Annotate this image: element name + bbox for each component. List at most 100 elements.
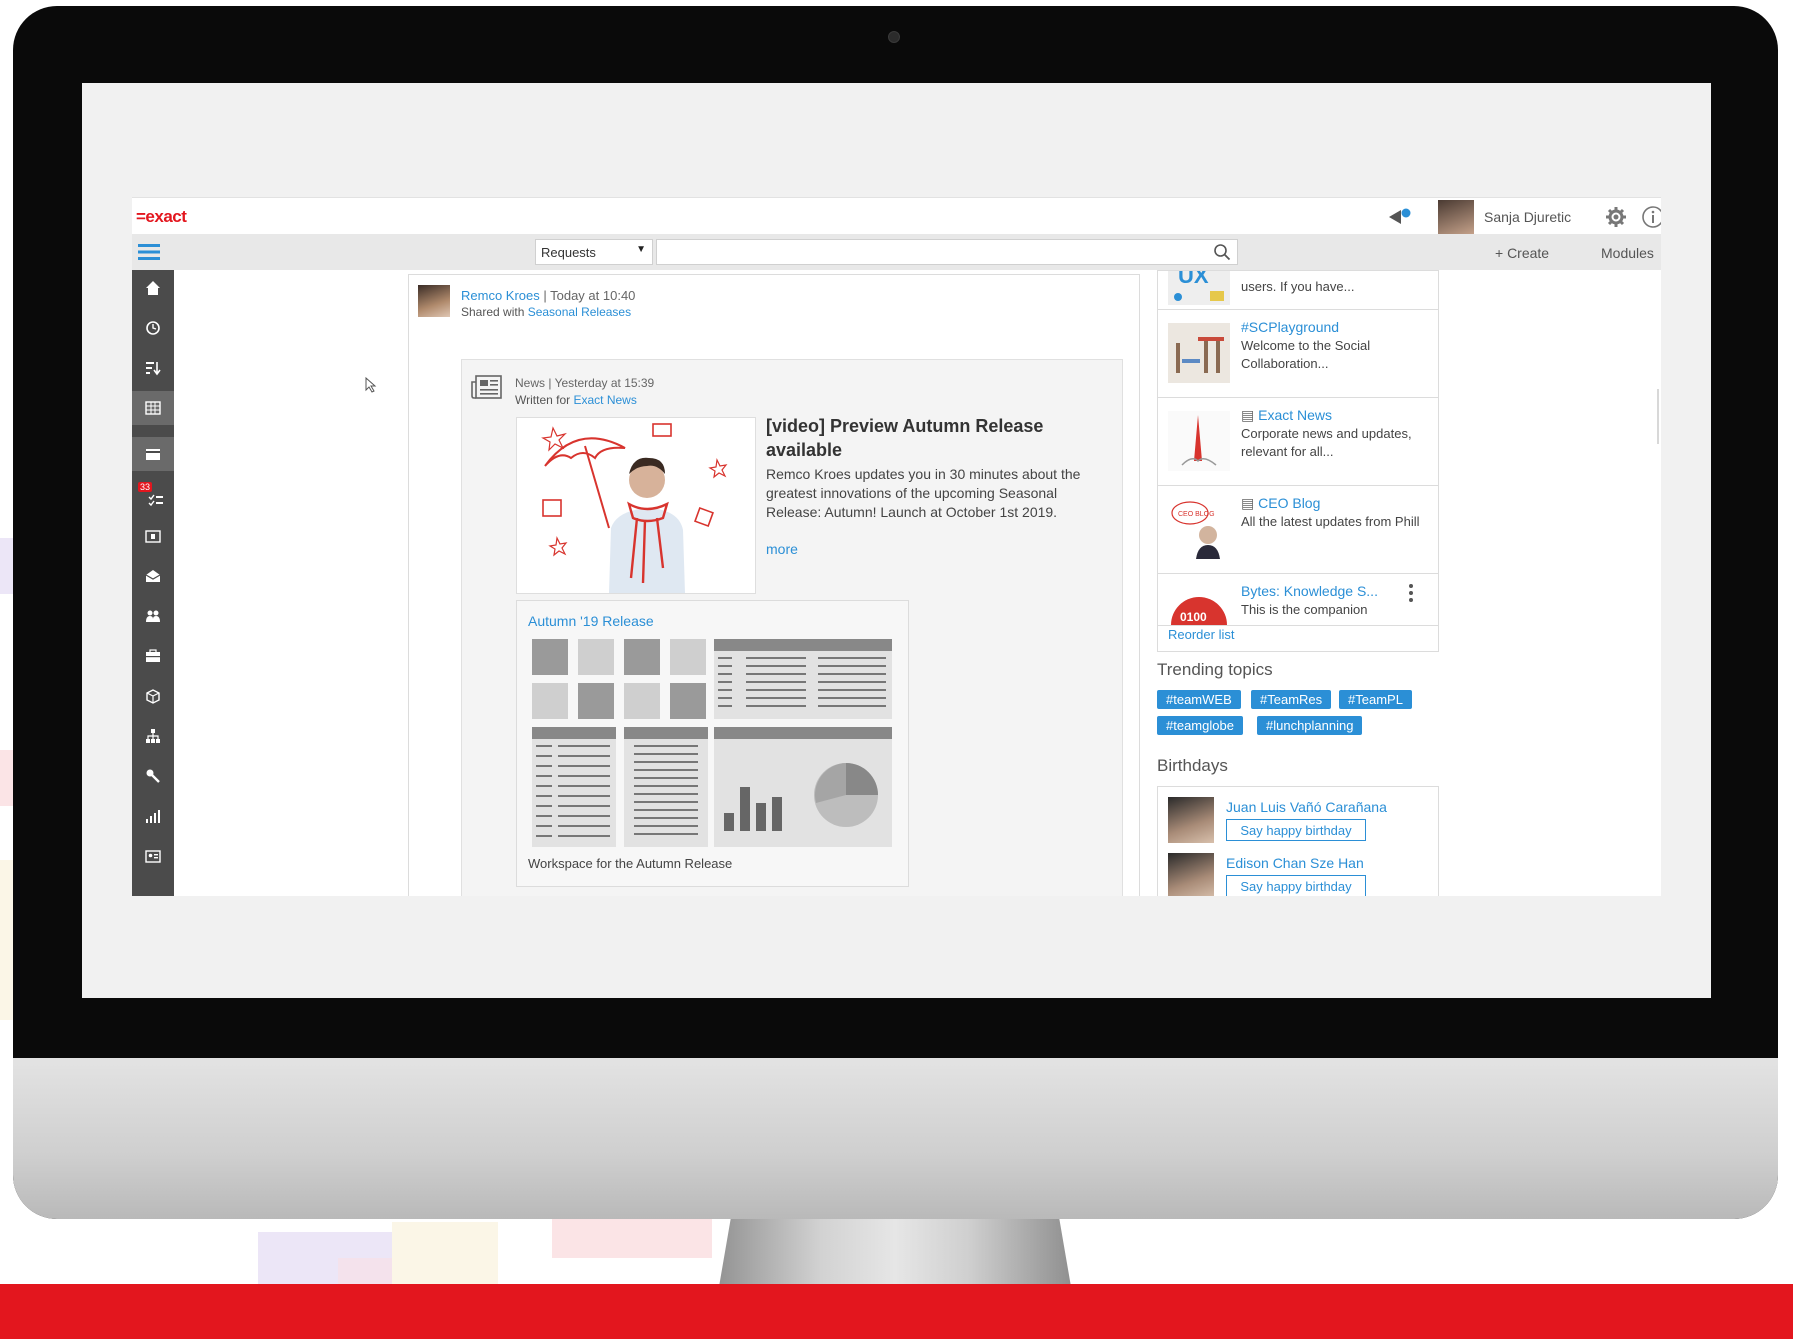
news-written-for-link[interactable]: Exact News bbox=[573, 393, 636, 407]
workspace-card[interactable]: Autumn '19 Release Workspace for the Aut… bbox=[516, 600, 909, 887]
more-options-icon[interactable] bbox=[1408, 583, 1414, 608]
ceo-thumb-label: CEO BLOG bbox=[1178, 511, 1215, 518]
group-desc: All the latest updates from Phill bbox=[1241, 514, 1420, 529]
group-list-item[interactable]: #SCPlayground Welcome to the Social Coll… bbox=[1158, 309, 1438, 398]
group-title-text[interactable]: Exact News bbox=[1258, 407, 1332, 423]
post-shared-group-link[interactable]: Seasonal Releases bbox=[528, 305, 631, 319]
exact-logo[interactable]: =exact bbox=[136, 207, 187, 227]
newspaper-icon bbox=[471, 374, 503, 405]
birthday-person-link[interactable]: Juan Luis Vañó Carañana bbox=[1226, 799, 1387, 815]
group-list: UX users. If you have... #SCPlayground W… bbox=[1157, 270, 1439, 652]
group-desc: Corporate news and updates, relevant for… bbox=[1241, 426, 1412, 459]
post-time: | Today at 10:40 bbox=[539, 288, 636, 303]
svg-text:UX: UX bbox=[1178, 271, 1209, 288]
newspaper-check-icon: ▤ bbox=[1241, 407, 1255, 423]
post-meta: Remco Kroes | Today at 10:40 bbox=[461, 288, 635, 303]
trending-tag[interactable]: #TeamRes bbox=[1251, 690, 1332, 709]
trending-tag[interactable]: #teamglobe bbox=[1157, 716, 1243, 735]
sidebar-table-icon[interactable] bbox=[132, 391, 174, 425]
user-avatar[interactable] bbox=[1438, 200, 1474, 236]
user-name[interactable]: Sanja Djuretic bbox=[1484, 209, 1571, 225]
decor-block-left-purple bbox=[0, 538, 14, 594]
group-title-link[interactable]: Bytes: Knowledge S... bbox=[1241, 583, 1378, 599]
post-shared-prefix: Shared with bbox=[461, 305, 528, 319]
group-list-item[interactable]: UX users. If you have... bbox=[1158, 221, 1438, 310]
birthday-person-link[interactable]: Edison Chan Sze Han bbox=[1226, 855, 1364, 871]
group-title-link[interactable]: ▤ Exact News bbox=[1241, 407, 1332, 424]
info-icon[interactable] bbox=[1641, 205, 1661, 234]
sidebar-briefcase-icon[interactable] bbox=[132, 639, 174, 673]
group-thumb-exact-news bbox=[1168, 411, 1230, 471]
news-body: Remco Kroes updates you in 30 minutes ab… bbox=[766, 466, 1081, 520]
sidebar-box-icon[interactable] bbox=[132, 679, 174, 713]
monitor-chin bbox=[13, 1058, 1778, 1219]
sidebar-mail-icon[interactable] bbox=[132, 559, 174, 593]
scrollbar[interactable] bbox=[1657, 389, 1659, 444]
post-author-link[interactable]: Remco Kroes bbox=[461, 288, 540, 303]
birthday-avatar[interactable] bbox=[1168, 853, 1214, 896]
sidebar-home-icon[interactable] bbox=[132, 271, 174, 305]
say-happy-birthday-button[interactable]: Say happy birthday bbox=[1226, 875, 1366, 896]
workspace-caption: Workspace for the Autumn Release bbox=[528, 856, 733, 871]
sidebar-tasks-icon[interactable]: 33 bbox=[132, 480, 174, 514]
group-thumb-ceo-blog: CEO BLOG bbox=[1168, 499, 1230, 559]
news-written-for: Written for Exact News bbox=[515, 393, 637, 407]
dropdown-arrow-icon: ▼ bbox=[636, 244, 646, 255]
search-input[interactable] bbox=[656, 239, 1238, 265]
sidebar-clock-icon[interactable] bbox=[132, 311, 174, 345]
group-desc: Welcome to the Social Collaboration... bbox=[1241, 338, 1371, 371]
brand-footer-bar bbox=[0, 1284, 1793, 1339]
sidebar-org-chart-icon[interactable] bbox=[132, 719, 174, 753]
monitor-screen: =exact Sanja Djuretic Requests ▼ + Creat… bbox=[82, 83, 1711, 998]
sidebar-tools-icon[interactable] bbox=[132, 759, 174, 793]
feed-post: Remco Kroes | Today at 10:40 Shared with… bbox=[408, 274, 1140, 896]
news-meta: News | Yesterday at 15:39 bbox=[515, 376, 654, 390]
group-list-item[interactable]: CEO BLOG ▤ CEO Blog All the latest updat… bbox=[1158, 485, 1438, 574]
trending-title: Trending topics bbox=[1157, 660, 1273, 679]
post-shared-with: Shared with Seasonal Releases bbox=[461, 305, 631, 319]
sidebar-card-icon[interactable] bbox=[132, 437, 174, 471]
app-window: =exact Sanja Djuretic Requests ▼ + Creat… bbox=[132, 197, 1661, 896]
group-list-item[interactable]: ▤ Exact News Corporate news and updates,… bbox=[1158, 397, 1438, 486]
news-type: News bbox=[515, 376, 546, 390]
sidebar-contact-card-icon[interactable] bbox=[132, 839, 174, 873]
news-card: News | Yesterday at 15:39 Written for Ex… bbox=[461, 359, 1123, 896]
sidebar-people-icon[interactable] bbox=[132, 599, 174, 633]
group-title-link[interactable]: #SCPlayground bbox=[1241, 319, 1339, 335]
sidebar-folder-icon[interactable] bbox=[132, 519, 174, 553]
sidebar-chart-icon[interactable] bbox=[132, 799, 174, 833]
news-image[interactable] bbox=[516, 417, 756, 594]
reorder-list-link[interactable]: Reorder list bbox=[1168, 627, 1234, 642]
camera-dot bbox=[888, 31, 900, 43]
birthdays-list: Juan Luis Vañó Carañana Say happy birthd… bbox=[1157, 786, 1439, 896]
group-thumb-bytes: 0100 bbox=[1168, 587, 1230, 625]
modules-button[interactable]: Modules bbox=[1601, 245, 1654, 261]
trending-tag[interactable]: #teamWEB bbox=[1157, 690, 1241, 709]
decor-block-rose bbox=[552, 1218, 712, 1258]
menu-hamburger-icon[interactable] bbox=[138, 243, 160, 266]
news-more-link[interactable]: more bbox=[766, 541, 798, 557]
group-thumb-ux: UX bbox=[1168, 271, 1230, 305]
decor-block-cream bbox=[392, 1222, 498, 1284]
say-happy-birthday-button[interactable]: Say happy birthday bbox=[1226, 819, 1366, 841]
group-list-item[interactable]: 0100 Bytes: Knowledge S... This is the c… bbox=[1158, 573, 1438, 626]
tasks-badge: 33 bbox=[138, 482, 153, 492]
search-scope-select[interactable]: Requests ▼ bbox=[535, 239, 653, 265]
trending-tag[interactable]: #lunchplanning bbox=[1257, 716, 1363, 735]
trending-tag[interactable]: #TeamPL bbox=[1339, 690, 1412, 709]
settings-gear-icon[interactable] bbox=[1605, 206, 1627, 233]
birthday-avatar[interactable] bbox=[1168, 797, 1214, 843]
post-author-avatar[interactable] bbox=[418, 285, 450, 317]
news-time: | Yesterday at 15:39 bbox=[545, 376, 655, 390]
decor-block-left-cream bbox=[0, 860, 14, 1020]
monitor-frame: =exact Sanja Djuretic Requests ▼ + Creat… bbox=[13, 6, 1778, 1219]
group-title-link[interactable]: ▤ CEO Blog bbox=[1241, 495, 1320, 512]
news-title[interactable]: [video] Preview Autumn Release available bbox=[766, 414, 1086, 462]
sidebar-sort-icon[interactable] bbox=[132, 351, 174, 385]
group-desc: users. If you have... bbox=[1241, 279, 1355, 294]
search-scope-value: Requests bbox=[541, 245, 596, 260]
newspaper-icon: ▤ bbox=[1241, 495, 1255, 511]
group-title-text[interactable]: CEO Blog bbox=[1258, 495, 1320, 511]
create-button[interactable]: + Create bbox=[1495, 245, 1549, 261]
workspace-title-link[interactable]: Autumn '19 Release bbox=[528, 613, 654, 629]
